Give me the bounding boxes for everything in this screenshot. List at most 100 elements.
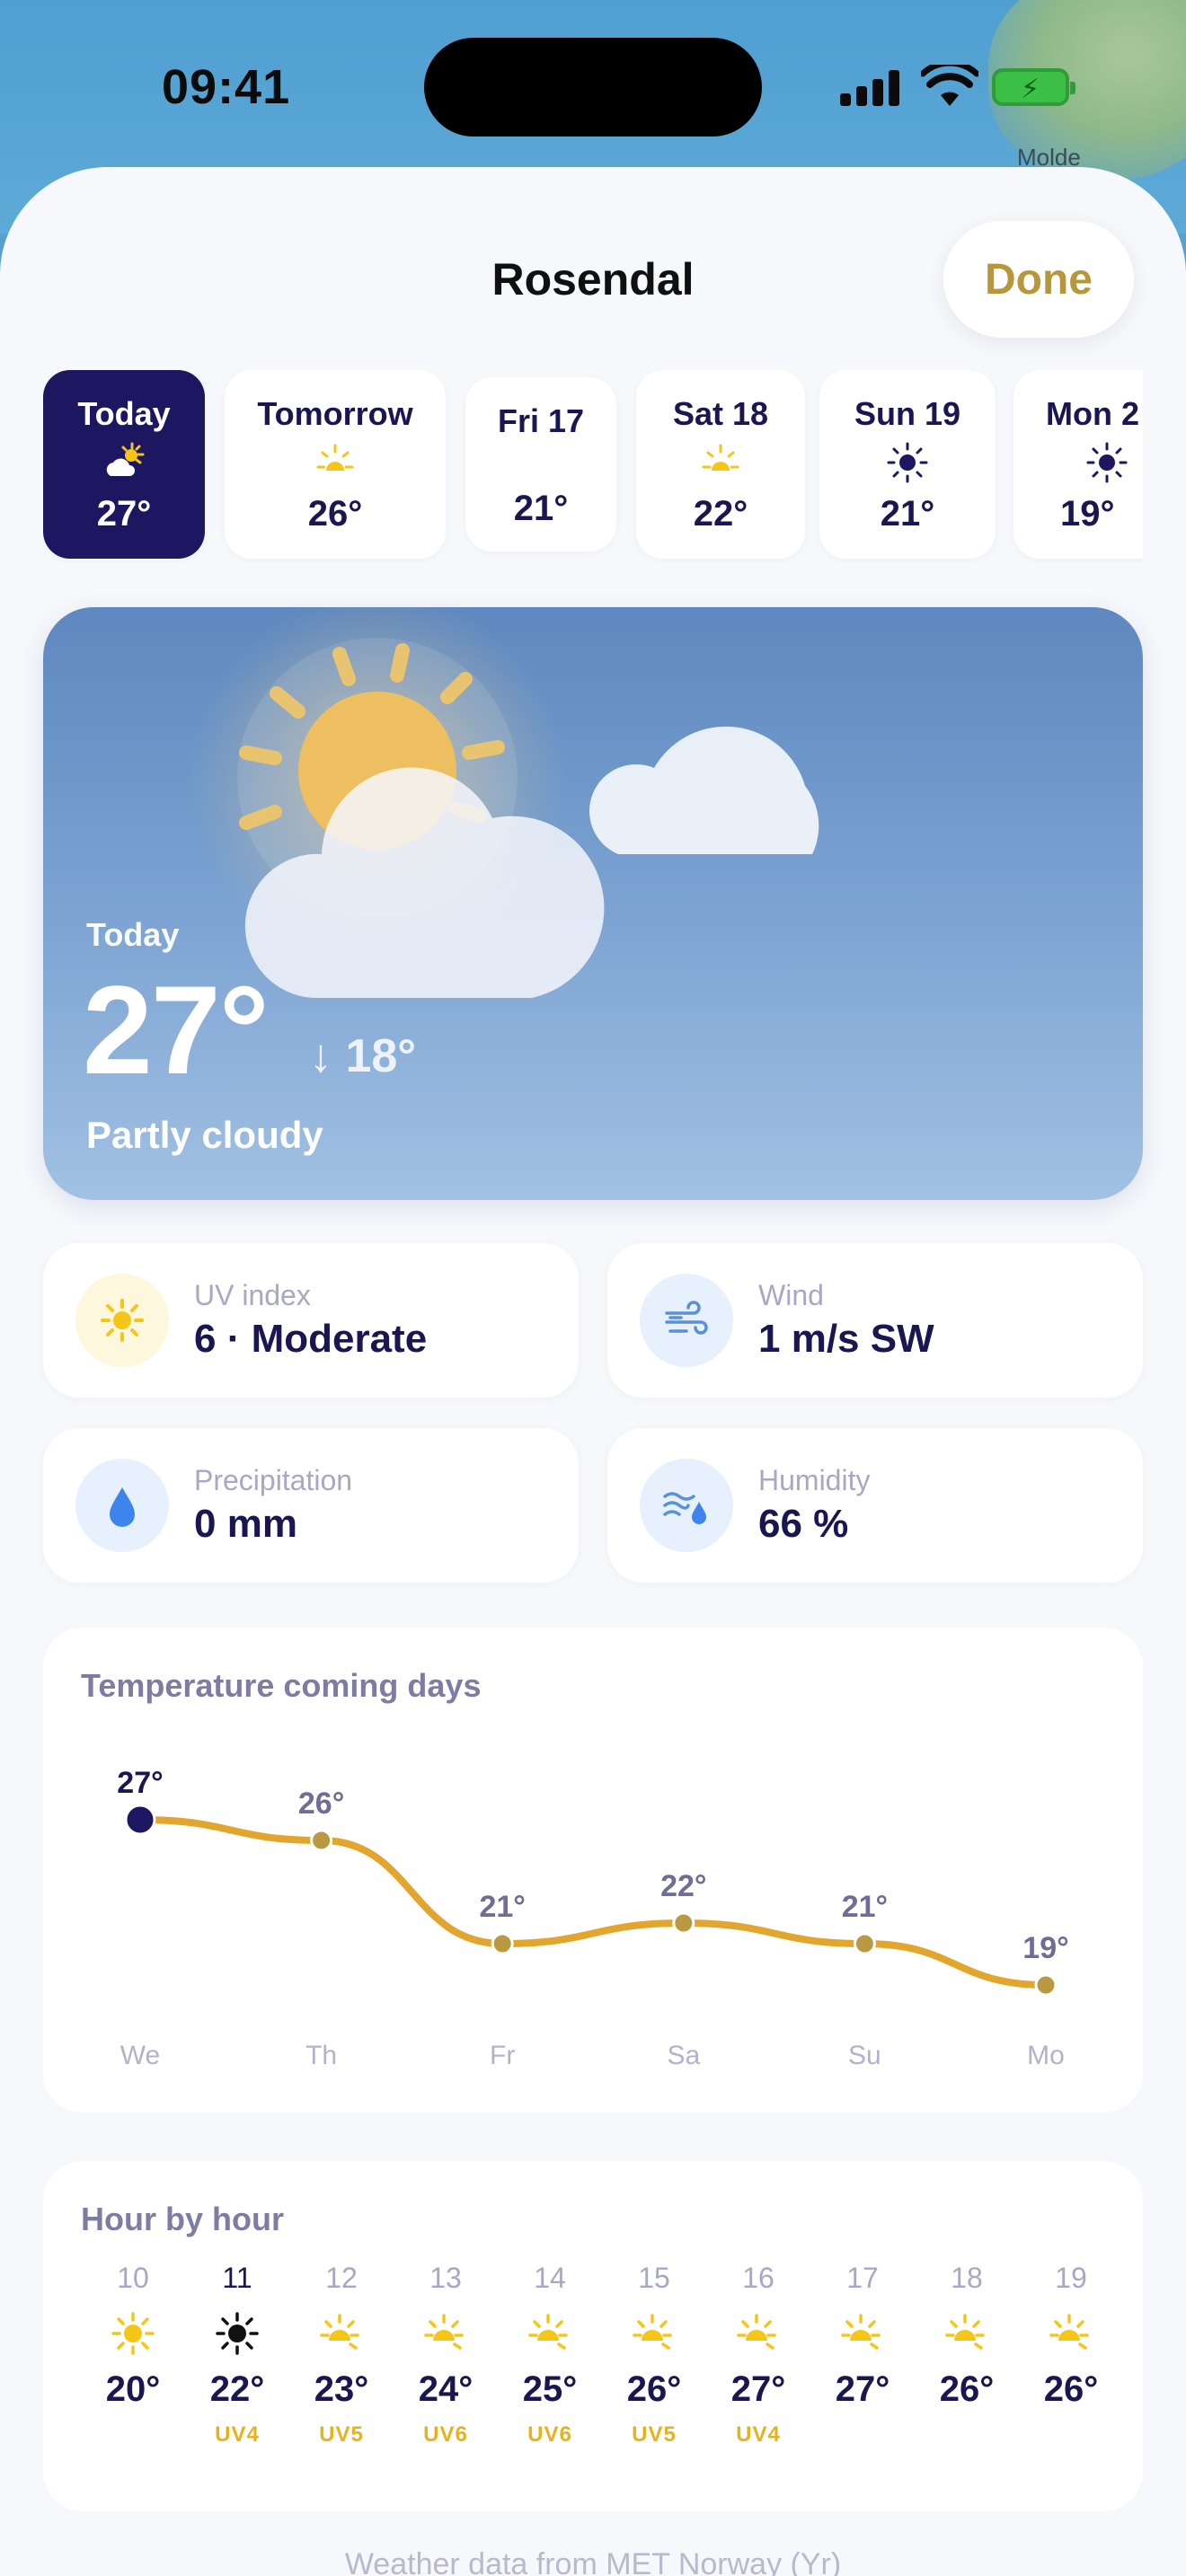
done-button[interactable]: Done	[943, 221, 1134, 338]
tab-temp: 21°	[513, 489, 569, 528]
tab-sun[interactable]: Sun 19 21°	[819, 370, 996, 559]
tab-fri[interactable]: Fri 17 21°	[465, 377, 616, 551]
hour-item: 12 23° UV5	[289, 2262, 394, 2448]
tab-label: Fri 17	[497, 402, 585, 439]
condition-text: Partly cloudy	[86, 1114, 323, 1156]
tab-sat[interactable]: Sat 18 22°	[636, 370, 805, 559]
hour-label: 11	[222, 2262, 252, 2294]
low-temperature: ↓ 18°	[309, 1030, 417, 1082]
hour-label: 18	[951, 2262, 983, 2294]
x-tick-label: Mo	[1027, 2041, 1065, 2070]
hour-uv: UV4	[736, 2422, 781, 2447]
x-tick-label: We	[120, 2041, 160, 2070]
sun-icon	[101, 1299, 144, 1342]
x-tick-label: Su	[848, 2041, 881, 2070]
sun-small-icon	[942, 2308, 992, 2359]
sun-small-icon	[837, 2308, 888, 2359]
hour-uv: UV4	[215, 2422, 260, 2447]
humidity-icon-circle	[640, 1459, 733, 1552]
sun-dark-icon	[212, 2308, 262, 2359]
sun-small-icon	[316, 2308, 367, 2359]
tab-label: Sat 18	[672, 395, 769, 432]
sun-small-icon	[733, 2308, 783, 2359]
data-label: 22°	[660, 1869, 706, 1903]
tab-label: Sun 19	[854, 395, 961, 432]
wifi-icon	[921, 65, 978, 106]
hour-label: 13	[429, 2262, 462, 2294]
data-source-footer[interactable]: Weather data from MET Norway (Yr)	[0, 2547, 1186, 2576]
hourly-title: Hour by hour	[81, 2201, 284, 2237]
cellular-signal-icon	[840, 70, 903, 106]
tab-today[interactable]: Today 27°	[43, 370, 205, 559]
wind-icon-circle	[640, 1274, 733, 1367]
data-label: 26°	[298, 1786, 344, 1821]
x-tick-label: Th	[305, 2041, 337, 2070]
stat-value: 1 m/s SW	[758, 1317, 934, 1361]
sun-small-icon	[1046, 2308, 1096, 2359]
hour-item: 14 25° UV6	[498, 2262, 602, 2448]
hour-temp: 24°	[418, 2369, 474, 2409]
stat-label: UV index	[194, 1279, 311, 1311]
status-time: 09:41	[162, 60, 291, 114]
data-label: 27°	[117, 1766, 163, 1800]
tab-label: Today	[77, 395, 171, 432]
hour-uv: UV5	[632, 2422, 677, 2447]
hour-temp: 26°	[939, 2369, 995, 2409]
x-tick-label: Fr	[490, 2041, 515, 2070]
tab-temp: 27°	[96, 494, 152, 534]
partly-cloudy-icon	[106, 442, 145, 476]
hourly-list: 10 20° 11 22° UV4 12 23° UV5 13 24° UV6 14 25° UV6 15 2…	[81, 2262, 1114, 2495]
data-point	[1034, 1973, 1058, 1997]
stat-label: Precipitation	[194, 1464, 353, 1496]
tab-temp: 26°	[307, 494, 363, 534]
hour-item: 10 20°	[81, 2262, 185, 2422]
precipitation-icon-circle	[75, 1459, 169, 1552]
tab-label: Tomorrow	[257, 395, 413, 432]
hour-temp: 25°	[522, 2369, 578, 2409]
tab-tomorrow[interactable]: Tomorrow 26°	[225, 370, 446, 559]
data-label: 19°	[1022, 1931, 1068, 1965]
x-tick-label: Sa	[667, 2041, 700, 2070]
temperature-chart-card: Temperature coming days 27° We 26° Th 21° Fr 2…	[43, 1628, 1143, 2113]
hour-label: 16	[742, 2262, 774, 2294]
hour-label: 10	[117, 2262, 149, 2294]
clear-sun-dark-icon	[887, 442, 928, 483]
sun-small-icon	[420, 2308, 471, 2359]
hour-uv: UV5	[319, 2422, 364, 2447]
humidity-icon	[663, 1492, 706, 1524]
hour-label: 12	[325, 2262, 358, 2294]
current-weather-card: Today 27° ↓ 18° Partly cloudy	[43, 607, 1143, 1200]
day-tabs: Today 27° Tomorrow 26° Fri 17 21° Sat 18…	[43, 370, 1143, 562]
hour-label: 19	[1055, 2262, 1087, 2294]
hour-temp: 27°	[730, 2369, 786, 2409]
hour-label: 15	[638, 2262, 670, 2294]
tab-temp: 19°	[1060, 494, 1115, 534]
hour-item: 15 26° UV5	[602, 2262, 706, 2448]
stat-value: 66 %	[758, 1502, 849, 1546]
humidity-card: Humidity 66 %	[607, 1428, 1143, 1583]
hour-uv: UV6	[423, 2422, 468, 2447]
hour-temp: 22°	[209, 2369, 265, 2409]
tab-mon[interactable]: Mon 2 19°	[1013, 370, 1143, 559]
dynamic-island	[424, 38, 762, 137]
temperature-line-chart: 27° We 26° Th 21° Fr 22° Sa 21° Su 19° Mo	[117, 1766, 1068, 2070]
sun-icon	[316, 444, 354, 471]
hour-temp: 26°	[626, 2369, 682, 2409]
data-label: 21°	[842, 1890, 888, 1924]
wind-icon	[665, 1301, 708, 1335]
battery-icon: ⚡	[992, 68, 1075, 106]
hour-item: 16 27° UV4	[706, 2262, 810, 2448]
uv-icon-circle	[75, 1274, 169, 1367]
hour-temp: 23°	[314, 2369, 369, 2409]
partly-cloudy-illustration	[189, 607, 819, 998]
tab-temp: 21°	[880, 494, 935, 534]
clear-sun-dark-icon	[1086, 442, 1128, 483]
data-label: 21°	[479, 1890, 525, 1924]
sun-icon	[702, 444, 739, 471]
raindrop-icon	[110, 1487, 135, 1527]
data-point	[124, 1804, 156, 1836]
stat-label: Humidity	[758, 1464, 871, 1496]
hour-temp: 20°	[105, 2369, 161, 2409]
hour-item: 11 22° UV4	[185, 2262, 289, 2448]
tab-temp: 22°	[693, 494, 748, 534]
